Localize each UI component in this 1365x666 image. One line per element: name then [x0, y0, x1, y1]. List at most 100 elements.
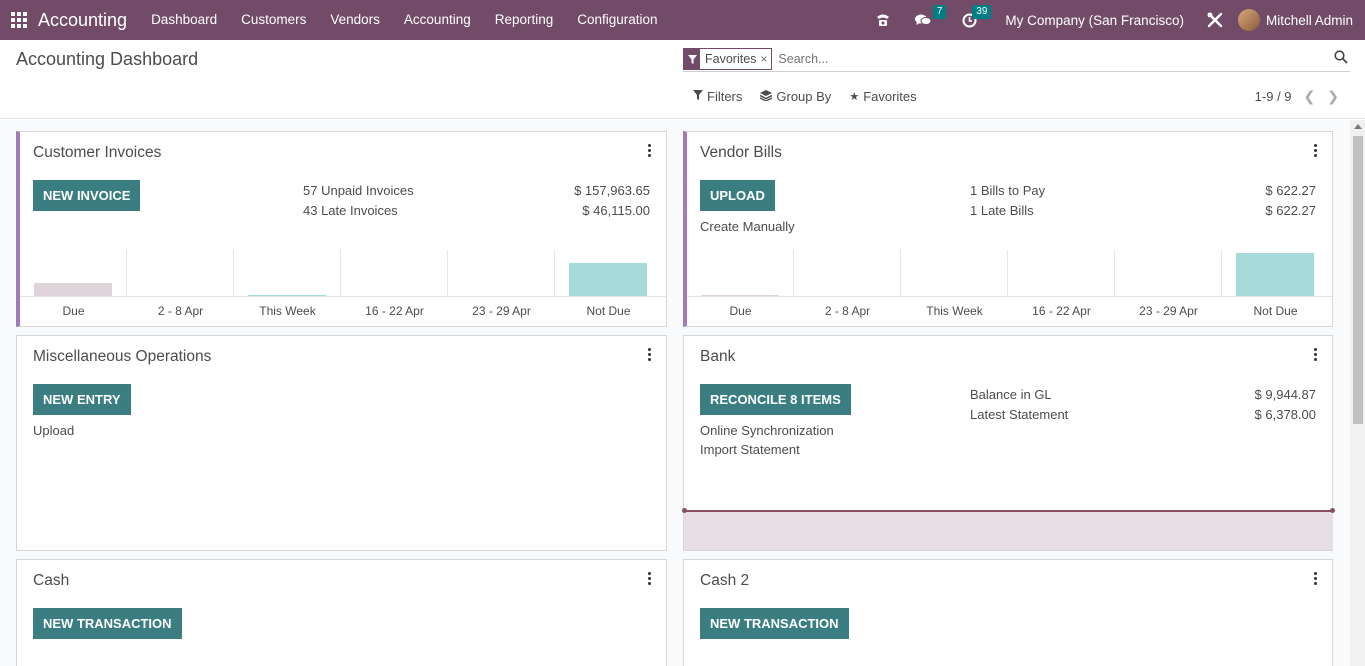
chart-column [794, 250, 901, 296]
upload-link[interactable]: Upload [33, 423, 74, 438]
apps-menu-icon[interactable] [0, 0, 38, 40]
menu-item-reporting[interactable]: Reporting [483, 0, 566, 40]
search-icon[interactable] [1334, 50, 1348, 67]
card-options-icon[interactable] [647, 348, 651, 363]
main-menu: Dashboard Customers Vendors Accounting R… [139, 0, 670, 40]
layers-icon [760, 89, 773, 104]
menu-item-customers[interactable]: Customers [229, 0, 318, 40]
filters-label: Filters [707, 89, 743, 104]
chart-bar-due[interactable] [34, 283, 112, 296]
chart-column [1222, 250, 1329, 296]
invoice-aging-chart[interactable]: Due 2 - 8 Apr This Week 16 - 22 Apr 23 -… [20, 250, 666, 325]
facet-remove-icon[interactable]: × [760, 52, 771, 66]
chart-column [448, 250, 555, 296]
chart-label-due: Due [729, 304, 752, 318]
bills-aging-chart[interactable]: Due 2 - 8 Apr This Week 16 - 22 Apr 23 -… [687, 250, 1332, 325]
chart-label-23-29-apr: 23 - 29 Apr [472, 304, 531, 318]
card-title[interactable]: Vendor Bills [700, 144, 782, 162]
import-statement-link[interactable]: Import Statement [700, 442, 800, 457]
new-transaction-button[interactable]: NEW TRANSACTION [33, 608, 182, 639]
chart-bar-not-due[interactable] [569, 263, 647, 296]
debug-tools-icon[interactable] [1206, 11, 1224, 29]
vertical-scrollbar[interactable] [1350, 120, 1365, 666]
app-name[interactable]: Accounting [38, 10, 127, 31]
chart-label-16-22-apr: 16 - 22 Apr [1032, 304, 1091, 318]
menu-item-dashboard[interactable]: Dashboard [139, 0, 229, 40]
card-options-icon[interactable] [1313, 144, 1317, 159]
new-transaction-button[interactable]: NEW TRANSACTION [700, 608, 849, 639]
journal-card-cash-2: Cash 2 NEW TRANSACTION [683, 559, 1333, 666]
user-avatar[interactable] [1237, 9, 1260, 31]
kanban-dashboard: Customer Invoices NEW INVOICE 57 Unpaid … [0, 120, 1350, 666]
chart-label-2-8-apr: 2 - 8 Apr [157, 304, 204, 318]
chart-column [555, 250, 662, 296]
filter-funnel-icon [684, 49, 700, 69]
online-synchronization-link[interactable]: Online Synchronization [700, 423, 834, 438]
late-bills-link[interactable]: 1 Late Bills [970, 203, 1034, 218]
late-invoices-link[interactable]: 43 Late Invoices [303, 203, 398, 218]
pager-next-icon[interactable]: ❯ [1327, 88, 1339, 105]
card-options-icon[interactable] [647, 144, 651, 159]
chart-label-due: Due [62, 304, 85, 318]
chart-column [234, 250, 341, 296]
new-invoice-button[interactable]: NEW INVOICE [33, 180, 141, 211]
messages-count-badge: 7 [932, 5, 947, 19]
group-by-dropdown[interactable]: Group By [760, 89, 831, 104]
graph-point [682, 508, 687, 513]
unpaid-invoices-amount: $ 157,963.65 [574, 183, 650, 198]
journal-card-customer-invoices: Customer Invoices NEW INVOICE 57 Unpaid … [16, 131, 667, 327]
pager: 1-9 / 9 ❮ ❯ [1255, 88, 1339, 105]
bank-balance-graph[interactable] [682, 508, 1335, 550]
chart-label-16-22-apr: 16 - 22 Apr [365, 304, 424, 318]
scroll-up-arrow-icon[interactable] [1354, 124, 1362, 129]
company-switcher[interactable]: My Company (San Francisco) [1005, 13, 1184, 28]
chart-column [1008, 250, 1115, 296]
chart-column [687, 250, 794, 296]
card-options-icon[interactable] [1313, 348, 1317, 363]
create-manually-link[interactable]: Create Manually [700, 219, 795, 234]
search-input[interactable] [778, 52, 1319, 66]
card-options-icon[interactable] [1313, 572, 1317, 587]
latest-statement-label[interactable]: Latest Statement [970, 407, 1068, 422]
journal-card-vendor-bills: Vendor Bills UPLOAD Create Manually 1 Bi… [683, 131, 1333, 327]
messages-icon[interactable]: 7 [915, 5, 947, 27]
chart-label-2-8-apr: 2 - 8 Apr [824, 304, 871, 318]
menu-item-accounting[interactable]: Accounting [392, 0, 483, 40]
card-title[interactable]: Customer Invoices [33, 144, 161, 162]
navbar-systray: 7 39 My Company (San Francisco) Mitchell… [867, 0, 1365, 40]
new-entry-button[interactable]: NEW ENTRY [33, 384, 131, 415]
card-title[interactable]: Bank [700, 348, 735, 366]
filter-icon [693, 90, 703, 103]
chart-column [127, 250, 234, 296]
menu-item-configuration[interactable]: Configuration [565, 0, 669, 40]
menu-item-vendors[interactable]: Vendors [318, 0, 392, 40]
favorites-dropdown[interactable]: ★ Favorites [849, 89, 916, 104]
card-options-icon[interactable] [647, 572, 651, 587]
late-invoices-amount: $ 46,115.00 [582, 203, 650, 218]
chart-column [901, 250, 1008, 296]
card-title[interactable]: Cash [33, 572, 69, 590]
chart-label-not-due: Not Due [1253, 304, 1298, 318]
user-menu[interactable]: Mitchell Admin [1266, 13, 1353, 28]
search-options: Filters Group By ★ Favorites [693, 89, 935, 104]
scrollbar-thumb[interactable] [1353, 136, 1363, 424]
pager-previous-icon[interactable]: ❮ [1304, 88, 1316, 105]
upload-button[interactable]: UPLOAD [700, 180, 775, 211]
chart-bar-not-due[interactable] [1236, 253, 1314, 296]
balance-in-gl-label: Balance in GL [970, 387, 1052, 402]
journal-card-bank: Bank RECONCILE 8 ITEMS Online Synchroniz… [682, 335, 1335, 551]
filters-dropdown[interactable]: Filters [693, 89, 742, 104]
search-bar: Favorites × [683, 47, 1350, 72]
card-title[interactable]: Miscellaneous Operations [33, 348, 211, 366]
bills-to-pay-link[interactable]: 1 Bills to Pay [970, 183, 1045, 198]
unpaid-invoices-link[interactable]: 57 Unpaid Invoices [303, 183, 414, 198]
page-title: Accounting Dashboard [16, 49, 199, 69]
latest-statement-amount: $ 6,378.00 [1254, 407, 1316, 422]
card-title[interactable]: Cash 2 [700, 572, 749, 590]
late-bills-amount: $ 622.27 [1265, 203, 1316, 218]
balance-in-gl-amount: $ 9,944.87 [1254, 387, 1316, 402]
phone-icon[interactable] [875, 13, 891, 27]
reconcile-items-button[interactable]: RECONCILE 8 ITEMS [700, 384, 851, 415]
activities-clock-icon[interactable]: 39 [962, 4, 992, 28]
pager-value[interactable]: 1-9 / 9 [1255, 89, 1292, 104]
